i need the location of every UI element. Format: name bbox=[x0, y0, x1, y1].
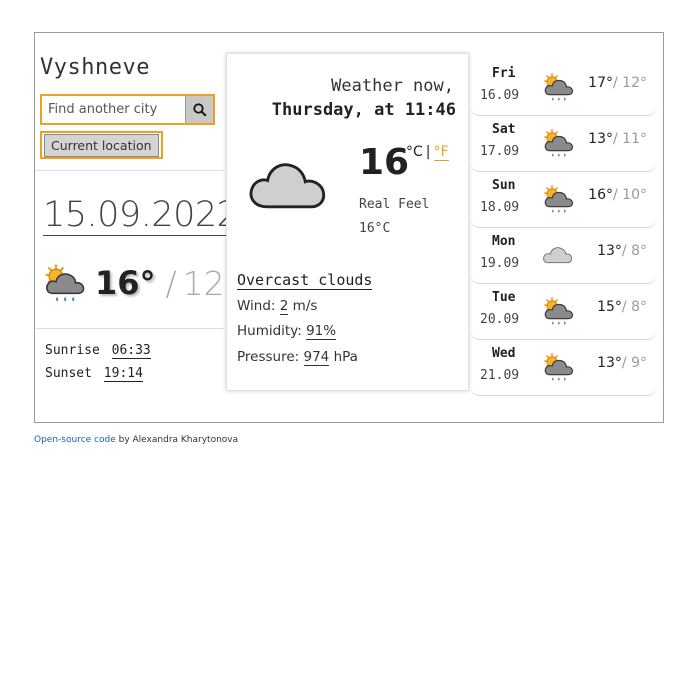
forecast-temps: 13°/ 11° bbox=[588, 131, 647, 147]
forecast-min: 8° bbox=[631, 299, 647, 315]
forecast-day: Fri 16.09 17°/ 12° bbox=[470, 60, 657, 116]
open-source-link[interactable]: Open-source code bbox=[34, 435, 116, 445]
forecast-list: Fri 16.09 17°/ 12° Sat 17.09 13°/ 11° Su… bbox=[470, 60, 657, 396]
search-form bbox=[40, 94, 215, 125]
footer: Open-source code by Alexandra Kharytonov… bbox=[34, 435, 238, 445]
current-location-label: Current location bbox=[44, 133, 159, 157]
sunset-time: 19:14 bbox=[103, 366, 143, 382]
search-icon bbox=[192, 102, 207, 117]
today-temperature: 16° / 12° bbox=[41, 261, 241, 305]
unit-fahrenheit-link[interactable]: °F bbox=[433, 144, 449, 161]
forecast-min: 9° bbox=[631, 355, 647, 371]
humidity: Humidity: 91% bbox=[237, 323, 337, 340]
forecast-min: 11° bbox=[622, 131, 647, 147]
current-weather-panel: Weather now, Thursday, at 11:46 16 °C | °F… bbox=[226, 53, 469, 391]
real-feel-label: Real Feel bbox=[359, 197, 430, 212]
forecast-day-date: 19.09 bbox=[480, 256, 520, 271]
forecast-max: 13° bbox=[597, 243, 622, 259]
forecast-slash: / bbox=[613, 75, 618, 91]
forecast-slash: / bbox=[621, 299, 627, 315]
sunset-label: Sunset bbox=[45, 366, 92, 381]
unit-separator: | bbox=[425, 144, 431, 160]
forecast-day: Tue 20.09 15°/ 8° bbox=[470, 284, 657, 340]
forecast-max: 13° bbox=[588, 131, 613, 147]
forecast-max: 16° bbox=[588, 187, 613, 203]
today-date: 15.09.2022 bbox=[43, 195, 239, 236]
sun-cloud-rain-icon bbox=[44, 263, 85, 303]
sunrise: Sunrise 06:33 bbox=[45, 343, 151, 359]
forecast-max: 13° bbox=[597, 355, 622, 371]
forecast-max: 17° bbox=[588, 75, 613, 91]
forecast-day-name: Wed bbox=[492, 346, 516, 361]
pressure-label: Pressure: bbox=[237, 349, 300, 365]
city-name: Vyshneve bbox=[40, 55, 150, 80]
forecast-day-name: Sun bbox=[492, 178, 516, 193]
sun-cloud-rain-icon bbox=[543, 128, 574, 158]
weather-now-label: Weather now, bbox=[331, 76, 454, 96]
forecast-day: Sat 17.09 13°/ 11° bbox=[470, 116, 657, 172]
sunset: Sunset 19:14 bbox=[45, 366, 143, 382]
forecast-min: 8° bbox=[631, 243, 647, 259]
forecast-day-name: Tue bbox=[492, 290, 516, 305]
forecast-slash: / bbox=[621, 243, 627, 259]
sun-cloud-rain-icon bbox=[543, 72, 574, 102]
search-button[interactable] bbox=[185, 96, 213, 123]
forecast-day-date: 16.09 bbox=[480, 88, 520, 103]
unit-celsius[interactable]: °C bbox=[406, 144, 423, 160]
forecast-day-date: 17.09 bbox=[480, 144, 520, 159]
forecast-day-date: 21.09 bbox=[480, 368, 520, 383]
cloud-icon bbox=[543, 247, 573, 264]
forecast-day: Mon 19.09 13°/ 8° bbox=[470, 228, 657, 284]
forecast-slash: / bbox=[621, 355, 627, 371]
current-temperature: 16 bbox=[359, 142, 410, 183]
forecast-min: 10° bbox=[622, 187, 647, 203]
divider bbox=[35, 169, 225, 171]
humidity-value: 91% bbox=[306, 323, 337, 340]
unit-toggle: °C | °F bbox=[406, 144, 449, 161]
weather-description: Overcast clouds bbox=[237, 271, 373, 290]
forecast-day-name: Mon bbox=[492, 234, 516, 249]
forecast-temps: 13°/ 8° bbox=[597, 243, 647, 259]
forecast-temps: 16°/ 10° bbox=[588, 187, 647, 203]
sunrise-time: 06:33 bbox=[111, 343, 151, 359]
sunrise-label: Sunrise bbox=[45, 343, 100, 358]
sun-cloud-rain-icon bbox=[543, 296, 574, 326]
author-credit: by Alexandra Kharytonova bbox=[118, 435, 239, 445]
forecast-slash: / bbox=[613, 131, 618, 147]
pressure-value: 974 bbox=[303, 349, 330, 366]
real-feel-value: 16°C bbox=[359, 221, 391, 236]
wind-value: 2 bbox=[279, 298, 289, 315]
left-column: Vyshneve Current location 15.09.2022 16°… bbox=[35, 33, 241, 422]
forecast-day: Wed 21.09 13°/ 9° bbox=[470, 340, 657, 396]
forecast-day-date: 18.09 bbox=[480, 200, 520, 215]
forecast-day-name: Sat bbox=[492, 122, 516, 137]
today-max-temp: 16° bbox=[95, 264, 156, 302]
current-day-time: Thursday, at 11:46 bbox=[271, 100, 456, 120]
cloud-icon bbox=[249, 163, 326, 209]
forecast-day: Sun 18.09 16°/ 10° bbox=[470, 172, 657, 228]
wind-label: Wind: bbox=[237, 298, 276, 314]
pressure: Pressure: 974 hPa bbox=[237, 349, 358, 366]
current-location-button[interactable]: Current location bbox=[40, 131, 163, 159]
forecast-min: 12° bbox=[622, 75, 647, 91]
forecast-temps: 13°/ 9° bbox=[597, 355, 647, 371]
humidity-label: Humidity: bbox=[237, 323, 302, 339]
forecast-max: 15° bbox=[597, 299, 622, 315]
search-input[interactable] bbox=[42, 96, 185, 123]
weather-app: Vyshneve Current location 15.09.2022 16°… bbox=[34, 32, 664, 423]
sun-cloud-rain-icon bbox=[543, 352, 574, 382]
sun-cloud-rain-icon bbox=[543, 184, 574, 214]
forecast-day-name: Fri bbox=[492, 66, 516, 81]
forecast-temps: 15°/ 8° bbox=[597, 299, 647, 315]
wind: Wind: 2 m/s bbox=[237, 298, 318, 315]
temp-separator: / bbox=[165, 263, 177, 303]
forecast-day-date: 20.09 bbox=[480, 312, 520, 327]
forecast-temps: 17°/ 12° bbox=[588, 75, 647, 91]
divider bbox=[35, 327, 225, 329]
forecast-slash: / bbox=[613, 187, 618, 203]
pressure-unit: hPa bbox=[333, 349, 358, 365]
wind-unit: m/s bbox=[292, 298, 318, 314]
